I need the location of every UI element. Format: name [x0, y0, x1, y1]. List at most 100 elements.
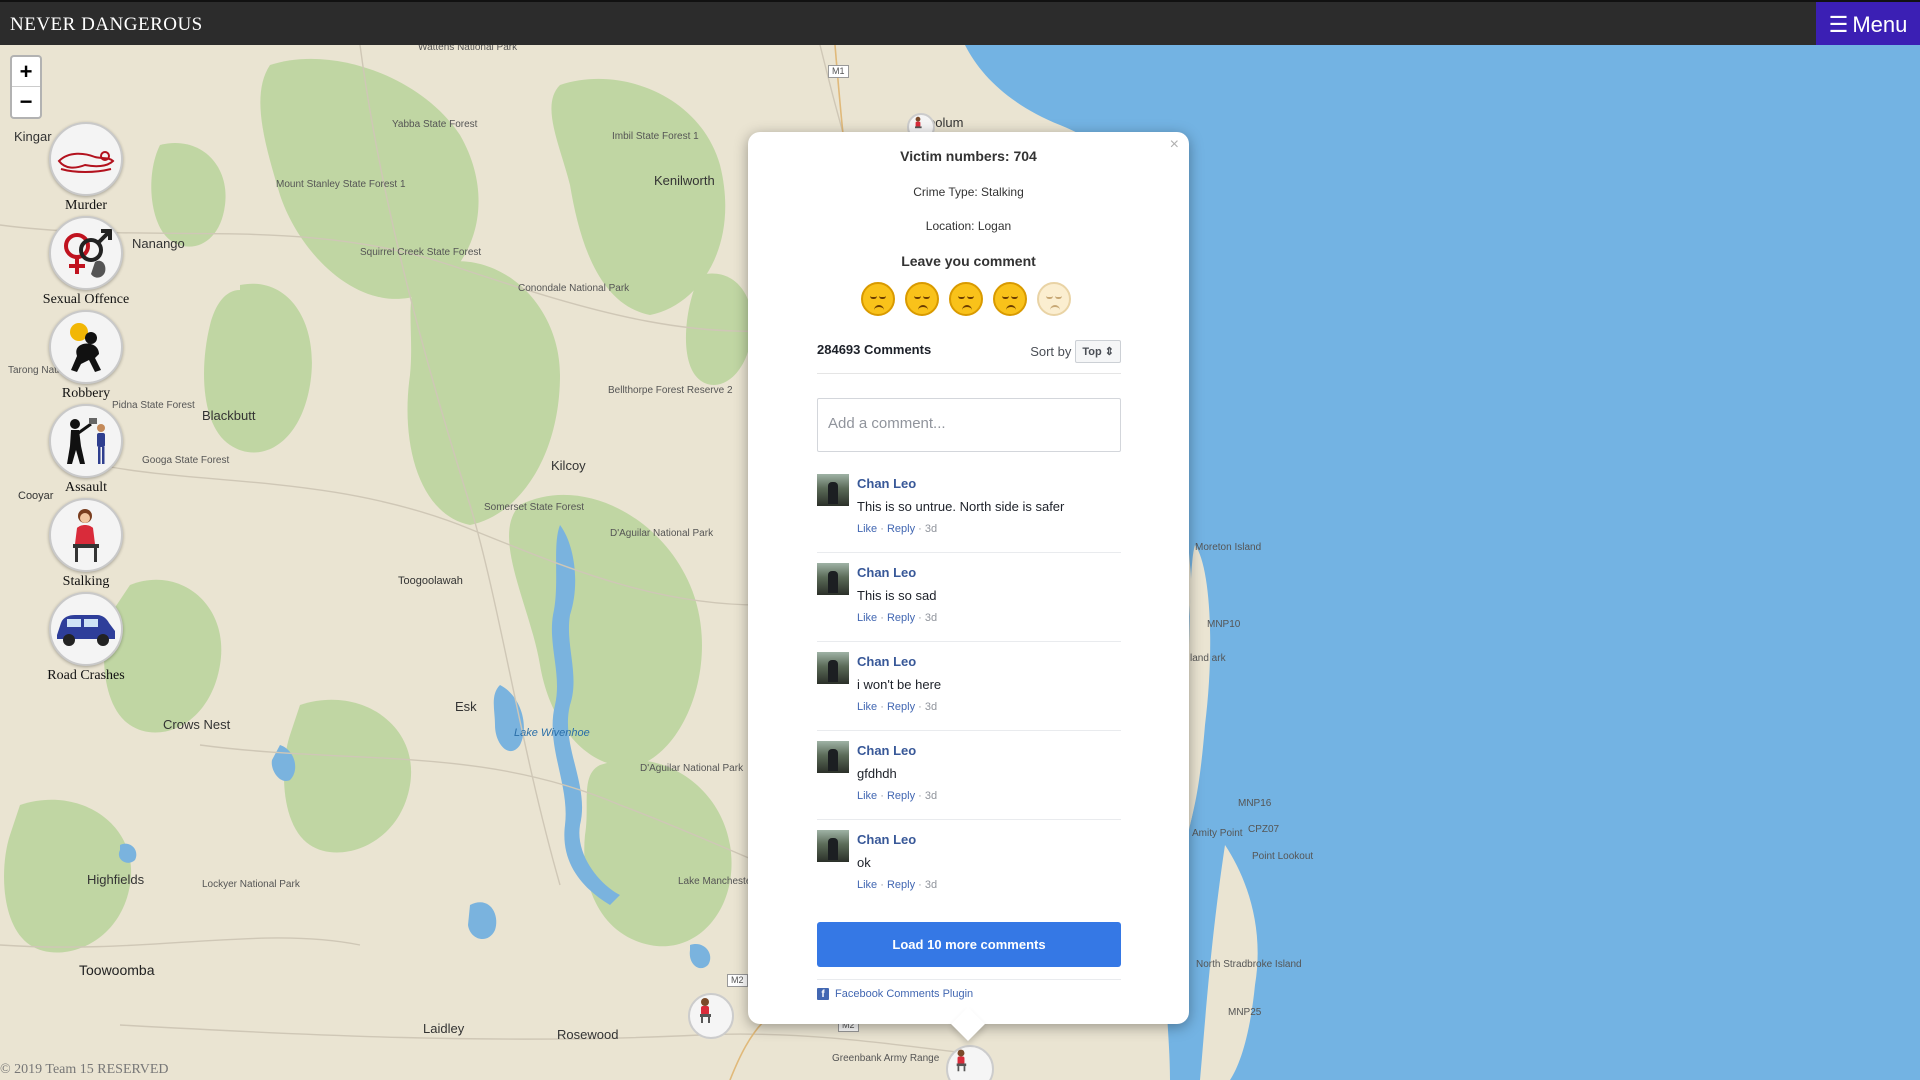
road-shield-m2-a: M2 [727, 974, 748, 987]
road-crashes-icon [57, 615, 115, 646]
reply-link[interactable]: Reply [887, 523, 915, 535]
sort-control: Sort by Top ⇕ [1030, 340, 1121, 363]
like-link[interactable]: Like [857, 523, 877, 535]
copyright-text: © 2019 Team 15 RESERVED [0, 1062, 169, 1077]
map-label-north-stradbroke: North Stradbroke Island [1196, 959, 1302, 970]
like-link[interactable]: Like [857, 879, 877, 891]
crime-label-stalking: Stalking [62, 574, 110, 589]
comment-text: This is so sad [857, 588, 937, 603]
reply-link[interactable]: Reply [887, 612, 915, 624]
comment-author[interactable]: Chan Leo [857, 743, 916, 758]
comment-time[interactable]: 3d [925, 612, 937, 624]
murder-icon [57, 151, 115, 173]
crime-filter-murder[interactable]: Murder [28, 122, 144, 214]
map-label-mount-stanley: Mount Stanley State Forest 1 [276, 179, 406, 190]
like-link[interactable]: Like [857, 790, 877, 802]
sad-face-icon[interactable] [993, 282, 1027, 316]
crime-label-road-crashes: Road Crashes [47, 668, 125, 683]
map-label-cpz07: CPZ07 [1248, 824, 1280, 835]
comment-author[interactable]: Chan Leo [857, 476, 916, 491]
crime-label-assault: Assault [65, 480, 107, 495]
location-text: Location: Logan [925, 219, 1012, 233]
stalking-icon [73, 509, 99, 562]
comment-input[interactable]: Add a comment... [817, 398, 1121, 452]
stalking-marker[interactable] [688, 993, 734, 1039]
comment-text: i won't be here [857, 677, 942, 692]
map-label-daguilar-2: D'Aguilar National Park [640, 763, 744, 774]
comment-item: Chan Leo This is so untrue. North side i… [817, 464, 1121, 553]
like-link[interactable]: Like [857, 612, 877, 624]
sad-face-icon[interactable] [1037, 282, 1071, 316]
reply-link[interactable]: Reply [887, 790, 915, 802]
comment-item: Chan Leo This is so sad Like · Reply · 3… [817, 553, 1121, 642]
comment-item: Chan Leo ok Like · Reply · 3d [817, 820, 1121, 909]
avatar[interactable] [817, 830, 849, 862]
comment-author[interactable]: Chan Leo [857, 654, 916, 669]
plugin-label: Facebook Comments Plugin [835, 988, 974, 1000]
crime-label-murder: Murder [65, 198, 107, 213]
map-label-mnp25: MNP25 [1228, 1007, 1262, 1018]
comment-text: This is so untrue. North side is safer [857, 499, 1065, 514]
map-label-moreton-island: Moreton Island [1195, 542, 1262, 553]
map-label-daguilar-1: D'Aguilar National Park [610, 528, 714, 539]
map-label-wattens: Wattens National Park [418, 45, 518, 53]
map-label-greenbank: Greenbank Army Range [832, 1053, 940, 1064]
crime-label-sexual-offence: Sexual Offence [42, 292, 130, 307]
avatar[interactable] [817, 652, 849, 684]
comment-author[interactable]: Chan Leo [857, 832, 916, 847]
sexual-offence-icon [64, 229, 112, 278]
crime-popup: × Victim numbers: 704 Crime Type: Stalki… [748, 132, 1189, 1041]
comment-time[interactable]: 3d [925, 523, 937, 535]
map-label-kenilworth: Kenilworth [654, 173, 715, 188]
map-label-kilcoy: Kilcoy [551, 458, 586, 473]
sad-face-icon[interactable] [949, 282, 983, 316]
avatar[interactable] [817, 741, 849, 773]
leave-comment-heading: Leave you comment [901, 253, 1036, 269]
stalking-icon [956, 1049, 967, 1072]
crime-filter-road-crashes[interactable]: Road Crashes [28, 592, 144, 684]
avatar[interactable] [817, 474, 849, 506]
map-label-blackbutt: Blackbutt [202, 408, 256, 423]
map-label-lake-wivenhoe: Lake Wivenhoe [514, 727, 590, 739]
map-label-mnp16: MNP16 [1238, 798, 1272, 809]
comment-time[interactable]: 3d [925, 879, 937, 891]
like-link[interactable]: Like [857, 701, 877, 713]
zoom-in-button[interactable]: + [12, 57, 40, 87]
map-label-mnp10: MNP10 [1207, 619, 1241, 630]
zoom-out-button[interactable]: − [12, 87, 40, 117]
map-label-lockyer: Lockyer National Park [202, 879, 300, 890]
menu-button[interactable]: ☰ Menu [1816, 2, 1920, 47]
map-label-amity-point: Amity Point [1192, 828, 1243, 839]
hamburger-icon: ☰ [1828, 11, 1849, 37]
menu-label: Menu [1852, 11, 1908, 37]
crime-filter-assault[interactable]: Assault [28, 404, 144, 496]
avatar[interactable] [817, 563, 849, 595]
map-label-googa: Googa State Forest [142, 455, 230, 466]
map-label-highfields: Highfields [87, 872, 145, 887]
comment-author[interactable]: Chan Leo [857, 565, 916, 580]
facebook-plugin-link[interactable]: f Facebook Comments Plugin [817, 979, 1121, 1000]
crime-filter-sexual-offence[interactable]: Sexual Offence [28, 216, 144, 308]
map-label-crows-nest: Crows Nest [163, 717, 231, 732]
comment-time[interactable]: 3d [925, 790, 937, 802]
sad-face-icon[interactable] [905, 282, 939, 316]
comment-list: Chan Leo This is so untrue. North side i… [817, 464, 1121, 909]
load-more-comments-button[interactable]: Load 10 more comments [817, 922, 1121, 967]
comment-time[interactable]: 3d [925, 701, 937, 713]
reply-link[interactable]: Reply [887, 701, 915, 713]
sort-select[interactable]: Top ⇕ [1075, 340, 1121, 363]
crime-filter-stalking[interactable]: Stalking [28, 498, 144, 590]
comment-count: 284693 Comments [817, 342, 932, 357]
reply-link[interactable]: Reply [887, 879, 915, 891]
victim-numbers: Victim numbers: 704 [900, 148, 1037, 164]
crime-filter-robbery[interactable]: Robbery [28, 310, 144, 402]
map-label-esk: Esk [455, 699, 477, 714]
assault-icon [67, 418, 105, 464]
sad-face-icon[interactable] [861, 282, 895, 316]
zoom-control: + − [10, 55, 42, 119]
crime-type-text: Crime Type: Stalking [913, 185, 1024, 199]
facebook-comments: 284693 Comments Sort by Top ⇕ Add a comm… [817, 332, 1121, 1000]
map-label-yabba: Yabba State Forest [392, 119, 478, 130]
map-label-bellthorpe: Bellthorpe Forest Reserve 2 [608, 385, 733, 396]
brand-title[interactable]: NEVER DANGEROUS [10, 14, 203, 36]
